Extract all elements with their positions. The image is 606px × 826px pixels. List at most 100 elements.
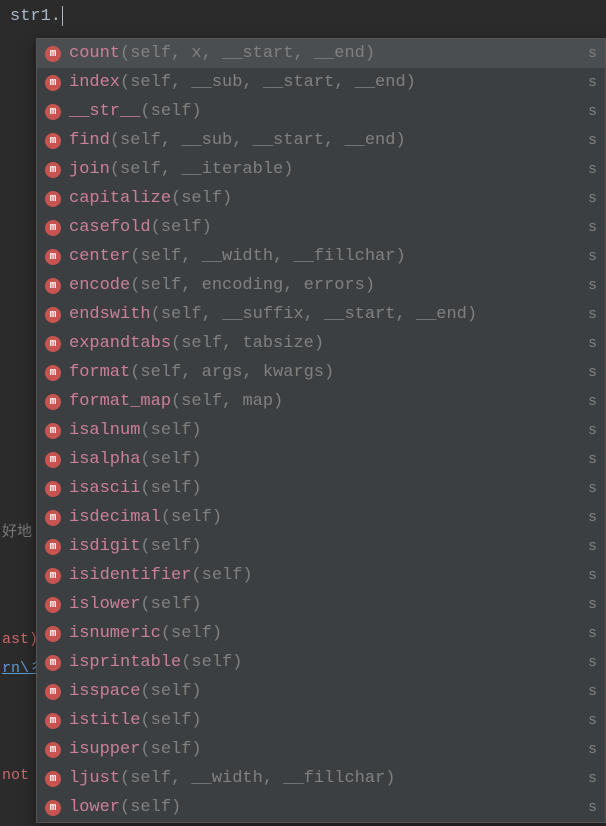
method-name: index [69, 73, 120, 92]
origin-label: s [588, 683, 597, 700]
typed-code: str1. [10, 7, 61, 26]
editor-line[interactable]: str1. [0, 0, 606, 32]
method-params: (self) [140, 682, 201, 701]
origin-label: s [588, 74, 597, 91]
method-name: format_map [69, 392, 171, 411]
completion-item[interactable]: misdigit(self)s [37, 532, 605, 561]
method-icon: m [45, 684, 61, 700]
completion-item[interactable]: mjoin(self, __iterable)s [37, 155, 605, 184]
completion-item[interactable]: mencode(self, encoding, errors)s [37, 271, 605, 300]
method-params: (self, encoding, errors) [130, 276, 375, 295]
method-icon: m [45, 307, 61, 323]
origin-label: s [588, 190, 597, 207]
method-name: casefold [69, 218, 151, 237]
method-name: join [69, 160, 110, 179]
completion-item[interactable]: mislower(self)s [37, 590, 605, 619]
completion-item[interactable]: mfind(self, __sub, __start, __end)s [37, 126, 605, 155]
completion-item[interactable]: m__str__(self)s [37, 97, 605, 126]
method-name: format [69, 363, 130, 382]
method-params: (self) [140, 537, 201, 556]
method-params: (self, __iterable) [110, 160, 294, 179]
completion-item[interactable]: misascii(self)s [37, 474, 605, 503]
method-icon: m [45, 46, 61, 62]
method-icon: m [45, 742, 61, 758]
method-icon: m [45, 452, 61, 468]
method-name: isalpha [69, 450, 140, 469]
origin-label: s [588, 248, 597, 265]
bg-frag-3: rn\彳 [0, 654, 36, 683]
method-params: (self, __width, __fillchar) [120, 769, 395, 788]
method-params: (self, __width, __fillchar) [130, 247, 405, 266]
completion-item[interactable]: mexpandtabs(self, tabsize)s [37, 329, 605, 358]
method-params: (self) [140, 595, 201, 614]
method-icon: m [45, 510, 61, 526]
method-name: ljust [69, 769, 120, 788]
completion-item[interactable]: misdecimal(self)s [37, 503, 605, 532]
method-icon: m [45, 394, 61, 410]
method-params: (self) [171, 189, 232, 208]
bg-frag-4: not [0, 761, 36, 790]
method-icon: m [45, 133, 61, 149]
method-params: (self) [161, 508, 222, 527]
completion-item[interactable]: m istitle(self) s [37, 706, 605, 735]
origin-label: s [588, 654, 597, 671]
method-name: lower [69, 798, 120, 817]
completion-item[interactable]: misalpha(self)s [37, 445, 605, 474]
method-params: (self, __suffix, __start, __end) [151, 305, 477, 324]
origin-label: s [588, 567, 597, 584]
completion-item[interactable]: m format_map(self, map) s [37, 387, 605, 416]
origin-label: s [588, 799, 597, 816]
method-name: find [69, 131, 110, 150]
origin-label: s [588, 596, 597, 613]
method-params: (self, __sub, __start, __end) [120, 73, 416, 92]
completion-item[interactable]: misspace(self)s [37, 677, 605, 706]
method-icon: m [45, 713, 61, 729]
completion-item[interactable]: misalnum(self)s [37, 416, 605, 445]
method-name: __str__ [69, 102, 140, 121]
completion-item[interactable]: mcenter(self, __width, __fillchar)s [37, 242, 605, 271]
completion-item[interactable]: misnumeric(self)s [37, 619, 605, 648]
method-name: encode [69, 276, 130, 295]
method-params: (self) [120, 798, 181, 817]
method-icon: m [45, 800, 61, 816]
method-params: (self) [191, 566, 252, 585]
origin-label: s [588, 422, 597, 439]
origin-label: s [588, 132, 597, 149]
method-name: isdecimal [69, 508, 161, 527]
method-params: (self, map) [171, 392, 283, 411]
method-icon: m [45, 104, 61, 120]
method-name: istitle [69, 711, 140, 730]
origin-label: s [588, 306, 597, 323]
completion-item[interactable]: mcount(self, x, __start, __end)s [37, 39, 605, 68]
method-params: (self) [181, 653, 242, 672]
method-params: (self, x, __start, __end) [120, 44, 375, 63]
bg-frag-1: 好地 [0, 518, 36, 547]
method-name: isprintable [69, 653, 181, 672]
origin-label: s [588, 219, 597, 236]
method-icon: m [45, 597, 61, 613]
completion-item[interactable]: mformat(self, args, kwargs)s [37, 358, 605, 387]
completion-item[interactable]: mlower(self) s [37, 793, 605, 822]
origin-label: s [588, 393, 597, 410]
method-params: (self, tabsize) [171, 334, 324, 353]
completion-item[interactable]: mindex(self, __sub, __start, __end)s [37, 68, 605, 97]
autocomplete-popup[interactable]: mcount(self, x, __start, __end)smindex(s… [36, 38, 606, 823]
completion-item[interactable]: misupper(self)s [37, 735, 605, 764]
completion-item[interactable]: mljust(self, __width, __fillchar)s [37, 764, 605, 793]
origin-label: s [588, 277, 597, 294]
method-icon: m [45, 481, 61, 497]
method-icon: m [45, 655, 61, 671]
text-caret [62, 6, 63, 26]
method-icon: m [45, 423, 61, 439]
completion-item[interactable]: mcasefold(self)s [37, 213, 605, 242]
origin-label: s [588, 712, 597, 729]
method-name: isnumeric [69, 624, 161, 643]
origin-label: s [588, 451, 597, 468]
completion-item[interactable]: mcapitalize(self)s [37, 184, 605, 213]
completion-item[interactable]: misidentifier(self)s [37, 561, 605, 590]
completion-item[interactable]: mendswith(self, __suffix, __start, __end… [37, 300, 605, 329]
method-params: (self, args, kwargs) [130, 363, 334, 382]
method-params: (self) [140, 711, 201, 730]
method-params: (self) [151, 218, 212, 237]
completion-item[interactable]: m isprintable(self) s [37, 648, 605, 677]
